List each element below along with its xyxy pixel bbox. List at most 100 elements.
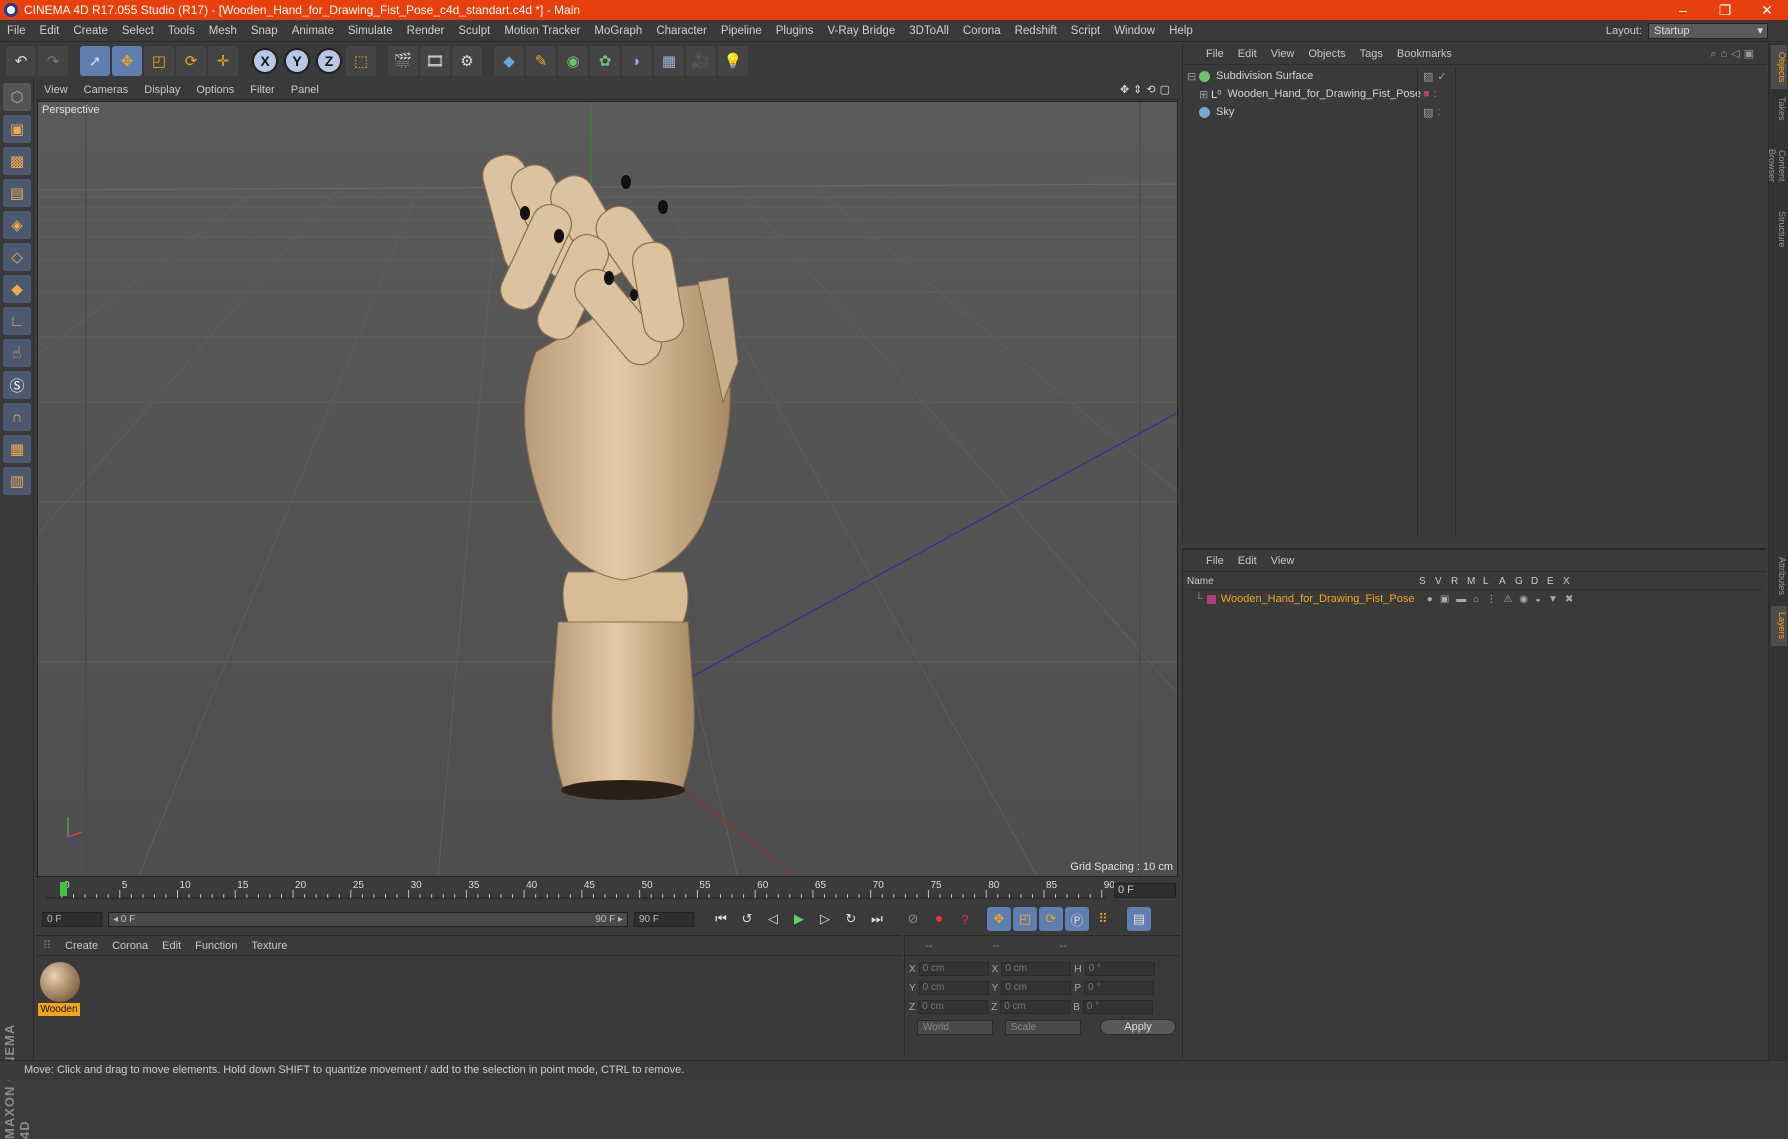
workplane-lock-icon[interactable]: ▦	[3, 435, 31, 463]
expand-icon[interactable]: ⊞	[1199, 88, 1211, 101]
object-flags[interactable]: ▨:	[1423, 106, 1440, 119]
material-menu-edit[interactable]: Edit	[155, 940, 188, 952]
z-axis-lock-button[interactable]: Z	[316, 48, 342, 74]
next-frame-icon[interactable]: ▷	[813, 907, 837, 931]
solo-mode-icon[interactable]: Ⓢ	[3, 371, 31, 399]
objects-menu-tags[interactable]: Tags	[1353, 48, 1390, 60]
polygons-mode-icon[interactable]: ◆	[3, 275, 31, 303]
material-menu-corona[interactable]: Corona	[105, 940, 155, 952]
size-mode-dropdown[interactable]: Scale	[1005, 1020, 1081, 1035]
layers-menu-edit[interactable]: Edit	[1231, 555, 1264, 567]
menu-vray-bridge[interactable]: V-Ray Bridge	[820, 25, 902, 37]
close-button[interactable]: ✕	[1746, 2, 1788, 19]
menu-snap[interactable]: Snap	[244, 25, 285, 37]
x-axis-lock-button[interactable]: X	[252, 48, 278, 74]
menu-window[interactable]: Window	[1107, 25, 1162, 37]
tab-takes[interactable]: Takes	[1771, 91, 1787, 127]
position-x-field[interactable]: 0 cm	[918, 962, 989, 976]
menu-motion-tracker[interactable]: Motion Tracker	[497, 25, 587, 37]
menu-plugins[interactable]: Plugins	[769, 25, 821, 37]
object-manager-nav-icons[interactable]: ⌕⌂◁▣	[1710, 47, 1766, 61]
record-keys-icon[interactable]: ⊘	[901, 907, 925, 931]
tweak-mode-icon[interactable]: ☝	[3, 339, 31, 367]
viewport-navigation-icons[interactable]: ✥⇕⟲▢	[1120, 83, 1180, 96]
transform-tool-icon[interactable]: ✛	[208, 46, 238, 76]
pen-spline-icon[interactable]: ✎	[526, 46, 556, 76]
redo-icon[interactable]: ↷	[38, 46, 68, 76]
render-to-picture-viewer-icon[interactable]: 🎞	[420, 46, 450, 76]
texture-mode-icon[interactable]: ▩	[3, 147, 31, 175]
minimize-button[interactable]: –	[1662, 2, 1704, 19]
objects-menu-edit[interactable]: Edit	[1231, 48, 1264, 60]
menu-edit[interactable]: Edit	[33, 25, 67, 37]
material-preview-swatch[interactable]	[40, 962, 80, 1002]
viewport-menu-options[interactable]: Options	[188, 84, 242, 96]
mograph-cloner-icon[interactable]: ✿	[590, 46, 620, 76]
viewport-menu-cameras[interactable]: Cameras	[76, 84, 137, 96]
keyframe-selection-icon[interactable]: ?	[953, 907, 977, 931]
layers-menu-view[interactable]: View	[1264, 555, 1302, 567]
size-z-field[interactable]: 0 cm	[1000, 1000, 1071, 1014]
current-frame-field[interactable]: 0 F	[1114, 883, 1176, 898]
perspective-viewport[interactable]: Perspective Grid Spacing : 10 cm	[37, 101, 1178, 877]
key-scale-icon[interactable]: ◰	[1013, 907, 1037, 931]
menu-simulate[interactable]: Simulate	[341, 25, 400, 37]
key-position-icon[interactable]: ✥	[987, 907, 1011, 931]
coordinate-space-dropdown[interactable]: World	[917, 1020, 993, 1035]
go-to-end-icon[interactable]: ⏭	[865, 907, 889, 931]
menu-select[interactable]: Select	[115, 25, 161, 37]
edit-render-settings-icon[interactable]: ⚙	[452, 46, 482, 76]
viewport-menu-filter[interactable]: Filter	[242, 84, 282, 96]
rotation-p-field[interactable]: 0 °	[1084, 981, 1155, 995]
timeline-window-icon[interactable]: ▤	[1127, 907, 1151, 931]
layer-color-swatch[interactable]	[1206, 594, 1216, 604]
tab-content-browser[interactable]: Content Browser	[1767, 129, 1787, 203]
apply-button[interactable]: Apply	[1100, 1019, 1176, 1035]
size-y-field[interactable]: 0 cm	[1001, 981, 1072, 995]
timeline-ruler[interactable]: 051015202530354045505560657075808590 0 F	[36, 880, 1180, 902]
material-menu-create[interactable]: Create	[58, 940, 105, 952]
objects-menu-objects[interactable]: Objects	[1301, 48, 1352, 60]
viewport-menu-display[interactable]: Display	[136, 84, 188, 96]
object-row-wooden-hand[interactable]: ⊞ L⁰ Wooden_Hand_for_Drawing_Fist_Pose ■…	[1187, 85, 1763, 103]
cube-primitive-icon[interactable]: ◆	[494, 46, 524, 76]
menu-mesh[interactable]: Mesh	[202, 25, 244, 37]
edges-mode-icon[interactable]: ◇	[3, 243, 31, 271]
floor-environment-icon[interactable]: ▦	[654, 46, 684, 76]
layer-toggle-icons[interactable]: ●▣▬⌂⋮⚠◉◒▼✖	[1427, 594, 1581, 605]
start-frame-field[interactable]: 0 F	[42, 911, 102, 927]
key-point-level-icon[interactable]: ⠿	[1091, 907, 1115, 931]
rotation-h-field[interactable]: 0 °	[1084, 962, 1155, 976]
next-keyframe-icon[interactable]: ↻	[839, 907, 863, 931]
menu-render[interactable]: Render	[400, 25, 452, 37]
menu-tools[interactable]: Tools	[161, 25, 202, 37]
go-to-start-icon[interactable]: ⏮	[709, 907, 733, 931]
rotation-b-field[interactable]: 0 °	[1082, 1000, 1153, 1014]
workplane-mode-icon[interactable]: ▤	[3, 179, 31, 207]
layer-row[interactable]: └ Wooden_Hand_for_Drawing_Fist_Pose ●▣▬⌂…	[1187, 591, 1763, 607]
camera-icon[interactable]: 🎥	[686, 46, 716, 76]
playhead-marker[interactable]	[60, 882, 67, 896]
tab-structure[interactable]: Structure	[1771, 205, 1787, 253]
previous-frame-icon[interactable]: ◁	[761, 907, 785, 931]
render-view-icon[interactable]: 🎬	[388, 46, 418, 76]
position-y-field[interactable]: 0 cm	[918, 981, 989, 995]
layout-dropdown[interactable]: Startup	[1648, 22, 1768, 39]
key-parameter-icon[interactable]: Ⓟ	[1065, 907, 1089, 931]
menu-character[interactable]: Character	[649, 25, 714, 37]
object-row-subdivision-surface[interactable]: ⊟ Subdivision Surface ▨ ✓	[1187, 67, 1763, 85]
axis-mode-icon[interactable]: ∟	[3, 307, 31, 335]
y-axis-lock-button[interactable]: Y	[284, 48, 310, 74]
subdivision-generator-icon[interactable]: ◉	[558, 46, 588, 76]
points-mode-icon[interactable]: ◈	[3, 211, 31, 239]
play-forward-icon[interactable]: ▶	[787, 907, 811, 931]
coordinate-system-icon[interactable]: ⬚	[346, 46, 376, 76]
preview-range-slider[interactable]: ◂ 0 F 90 F ▸	[108, 911, 628, 927]
key-rotation-icon[interactable]: ⟳	[1039, 907, 1063, 931]
light-icon[interactable]: 💡	[718, 46, 748, 76]
menu-corona[interactable]: Corona	[956, 25, 1008, 37]
position-z-field[interactable]: 0 cm	[918, 1000, 989, 1014]
layers-menu-file[interactable]: File	[1199, 555, 1231, 567]
menu-script[interactable]: Script	[1064, 25, 1107, 37]
column-divider[interactable]	[1417, 67, 1418, 537]
